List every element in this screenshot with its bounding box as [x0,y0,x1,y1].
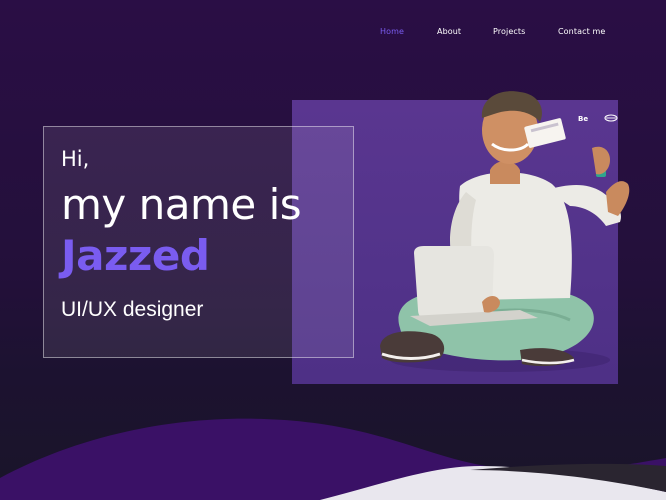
nav-projects[interactable]: Projects [493,27,525,36]
role-text: UI/UX designer [61,298,204,321]
nav-about[interactable]: About [437,27,461,36]
character-illustration [380,91,630,372]
top-nav: Home About Projects Contact me [0,27,666,41]
nav-home[interactable]: Home [380,27,404,36]
greeting-text: Hi, [61,147,90,171]
nav-contact[interactable]: Contact me [558,27,605,36]
intro-text: my name is [61,180,302,229]
hero-name: Jazzed [61,231,210,280]
